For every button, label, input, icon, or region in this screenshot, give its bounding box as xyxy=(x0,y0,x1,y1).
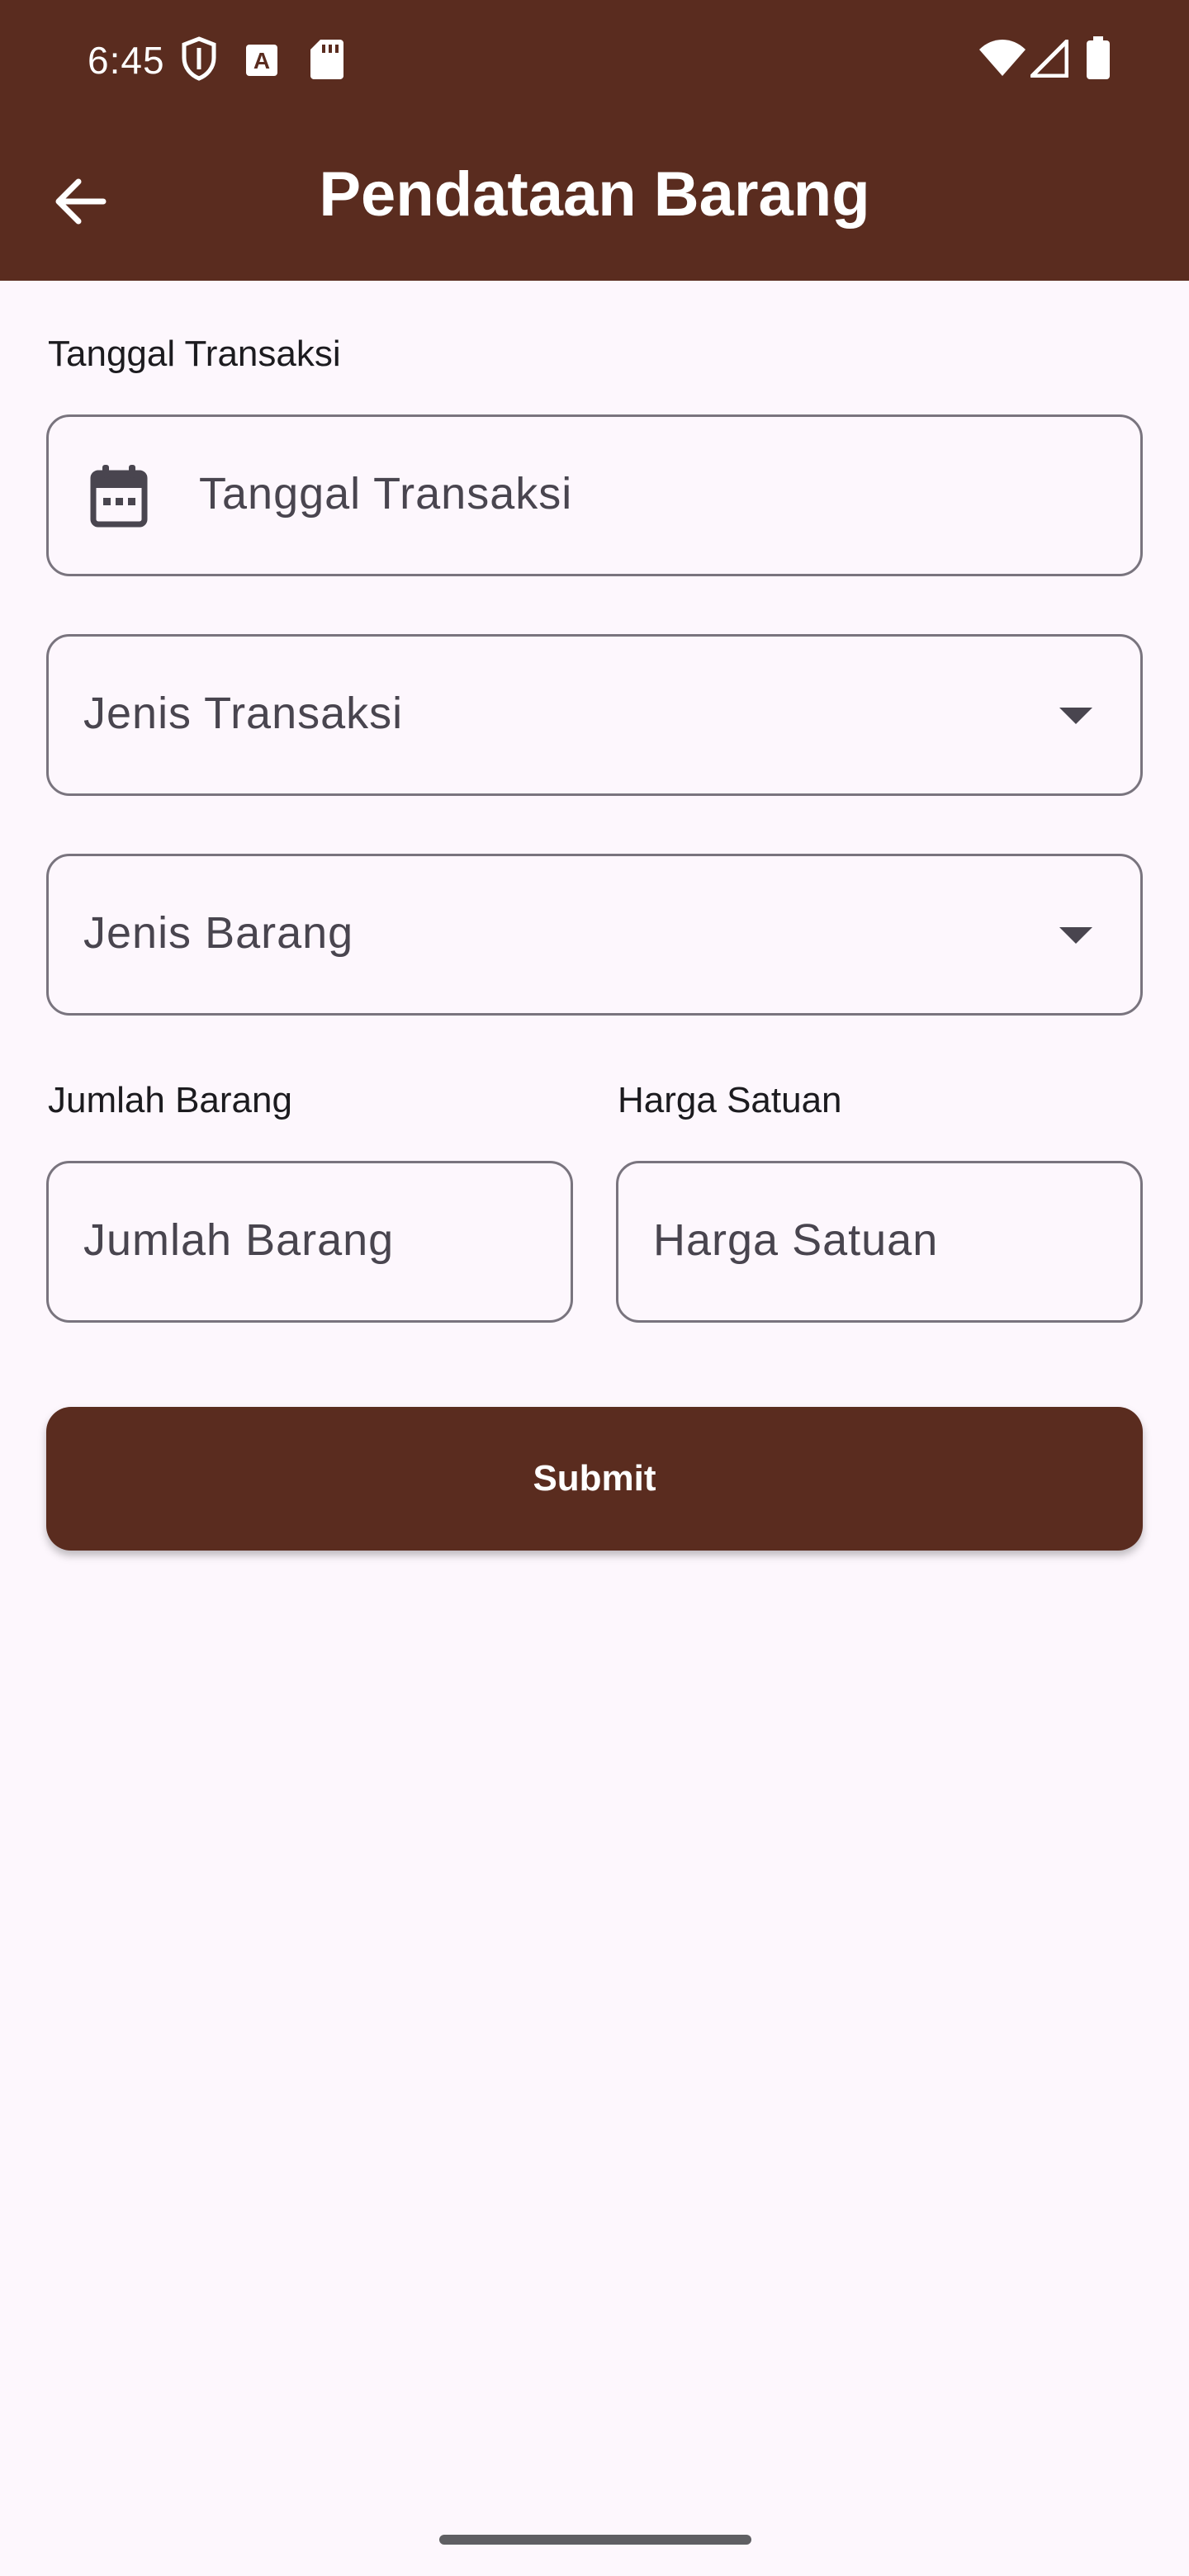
harga-satuan-label: Harga Satuan xyxy=(618,1080,842,1120)
tanggal-transaksi-field[interactable]: Tanggal Transaksi xyxy=(46,414,1143,576)
tanggal-transaksi-placeholder: Tanggal Transaksi xyxy=(199,469,573,519)
jumlah-barang-placeholder: Jumlah Barang xyxy=(83,1215,395,1265)
home-indicator[interactable] xyxy=(439,2535,751,2545)
app-bar: 6:45 A Pendataan Barang xyxy=(0,0,1189,281)
submit-button[interactable]: Submit xyxy=(46,1407,1143,1551)
jenis-barang-dropdown[interactable]: Jenis Barang xyxy=(46,854,1143,1016)
font-download-icon: A xyxy=(246,45,277,80)
shield-icon xyxy=(180,36,218,85)
jenis-transaksi-placeholder: Jenis Transaksi xyxy=(83,689,404,738)
wifi-icon xyxy=(979,40,1026,82)
harga-satuan-placeholder: Harga Satuan xyxy=(653,1215,939,1265)
page-title: Pendataan Barang xyxy=(319,159,870,230)
jumlah-barang-field[interactable]: Jumlah Barang xyxy=(46,1161,573,1323)
svg-text:A: A xyxy=(253,48,270,73)
jumlah-barang-label: Jumlah Barang xyxy=(48,1080,292,1120)
dropdown-arrow-icon xyxy=(1059,927,1092,949)
sd-card-icon xyxy=(310,40,343,83)
signal-icon xyxy=(1030,39,1069,82)
status-time: 6:45 xyxy=(88,39,165,82)
status-bar: 6:45 A xyxy=(0,0,1189,116)
tanggal-transaksi-label: Tanggal Transaksi xyxy=(48,334,341,374)
dropdown-arrow-icon xyxy=(1059,708,1092,730)
battery-icon xyxy=(1087,36,1110,83)
calendar-icon[interactable] xyxy=(90,465,148,532)
harga-satuan-field[interactable]: Harga Satuan xyxy=(616,1161,1143,1323)
jenis-transaksi-dropdown[interactable]: Jenis Transaksi xyxy=(46,634,1143,796)
jenis-barang-placeholder: Jenis Barang xyxy=(83,908,354,958)
